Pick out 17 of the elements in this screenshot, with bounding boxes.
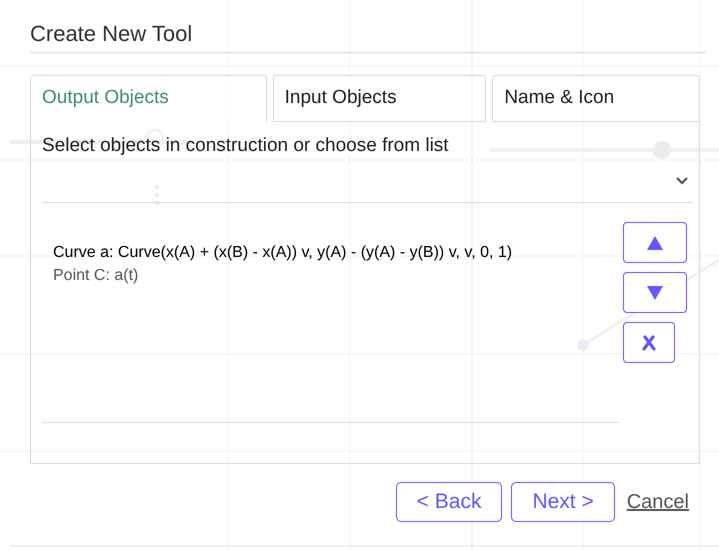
- cancel-link[interactable]: Cancel: [626, 487, 689, 517]
- window-title: Create New Tool: [30, 20, 194, 48]
- tab[interactable]: Name & Icon: [492, 75, 700, 122]
- move-down-button[interactable]: [623, 272, 687, 313]
- output-object-item[interactable]: Point C: a(t): [53, 264, 619, 287]
- remove-button[interactable]: [623, 322, 675, 363]
- output-object-item[interactable]: Curve a: Curve(x(A) + (x(B) - x(A)) v, y(A) - (y(A) - y(B)) v, v, 0, 1): [53, 241, 619, 264]
- back-button[interactable]: < Back: [396, 482, 502, 522]
- cross-icon: [642, 334, 656, 350]
- instruction-text: Select objects in construction or choose from list: [42, 134, 450, 158]
- tab[interactable]: Input Objects: [272, 75, 486, 122]
- tab[interactable]: Output Objects: [30, 75, 267, 122]
- up-arrow-icon: [646, 234, 664, 250]
- chevron-down-icon[interactable]: [675, 176, 689, 184]
- move-up-button[interactable]: [623, 222, 687, 263]
- next-button[interactable]: Next >: [511, 482, 615, 522]
- down-arrow-icon: [646, 284, 664, 300]
